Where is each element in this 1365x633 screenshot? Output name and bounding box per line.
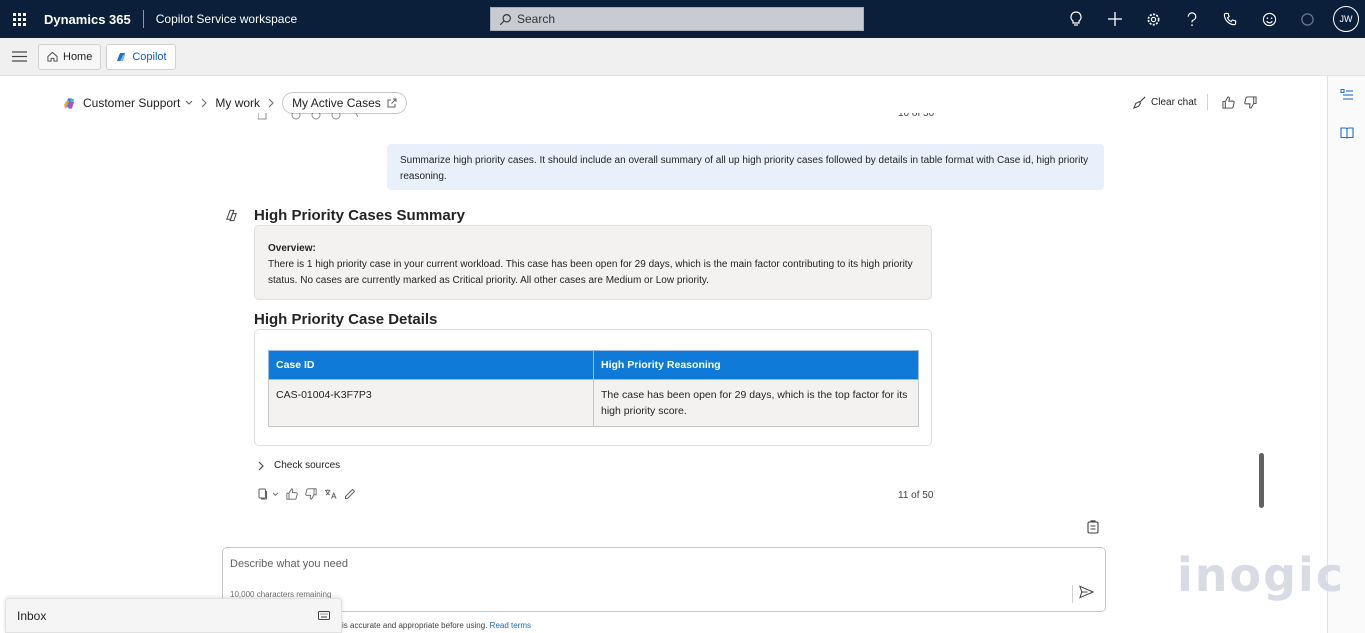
translate-button[interactable]: [324, 488, 337, 500]
translate-icon: [324, 489, 337, 499]
chat-input[interactable]: [230, 558, 1050, 570]
chevron-right-icon: [268, 98, 274, 108]
keyboard-icon[interactable]: [318, 611, 330, 620]
search-box[interactable]: Search: [490, 7, 864, 31]
tab-home-label: Home: [63, 50, 93, 63]
table-header-row: Case ID High Priority Reasoning: [268, 350, 919, 380]
response-page-count: 11 of 50: [898, 490, 934, 501]
details-heading: High Priority Case Details: [254, 311, 438, 328]
breadcrumb-customer-support[interactable]: Customer Support: [62, 96, 193, 111]
breadcrumb-root-label: Customer Support: [83, 96, 181, 110]
previous-message-actions: [258, 113, 358, 123]
chat-actions: Clear chat: [1133, 94, 1262, 110]
plus-icon[interactable]: [1095, 0, 1134, 38]
thumbs-up-icon: [286, 488, 298, 500]
hamburger-menu-icon[interactable]: [0, 38, 38, 76]
thumbs-down-icon[interactable]: [1243, 95, 1257, 109]
check-sources-label: Check sources: [274, 460, 341, 471]
previous-page-count: 10 of 50: [898, 113, 935, 119]
inbox-label: Inbox: [17, 608, 47, 623]
divider: [1072, 585, 1073, 603]
smiley-icon[interactable]: [1250, 0, 1289, 38]
gear-icon[interactable]: [1134, 0, 1173, 38]
check-sources-toggle[interactable]: Check sources: [258, 460, 340, 471]
column-header-case-id: Case ID: [268, 350, 594, 380]
watermark-logo: inogic: [1177, 548, 1346, 602]
pencil-icon: [345, 488, 356, 499]
divider: [1206, 94, 1208, 110]
chat-scrollbar[interactable]: [1259, 453, 1264, 508]
copilot-response-icon: [226, 209, 237, 222]
chevron-right-icon: [258, 461, 264, 470]
app-name[interactable]: Copilot Service workspace: [156, 12, 297, 26]
brand-name[interactable]: Dynamics 365: [44, 12, 131, 27]
tab-copilot[interactable]: Copilot: [106, 43, 176, 70]
clear-chat-button[interactable]: Clear chat: [1133, 96, 1197, 109]
column-header-reasoning: High Priority Reasoning: [593, 350, 919, 380]
avatar[interactable]: JW: [1333, 6, 1359, 32]
chevron-down-icon: [272, 492, 279, 496]
case-id-cell: CAS-01004-K3F7P3: [268, 379, 594, 427]
presence-status-icon[interactable]: [1288, 0, 1327, 38]
case-details-card: Case ID High Priority Reasoning CAS-0100…: [254, 329, 932, 446]
disclaimer: is accurate and appropriate before using…: [342, 621, 531, 630]
overview-text: There is 1 high priority case in your cu…: [268, 259, 913, 286]
knowledge-book-icon[interactable]: [1328, 114, 1365, 152]
thumbs-up-button[interactable]: [286, 488, 298, 500]
divider: [142, 10, 144, 28]
overview-box: Overview: There is 1 high priority case …: [254, 225, 932, 300]
notes-icon[interactable]: [1087, 520, 1099, 534]
case-list-icon[interactable]: [1328, 76, 1365, 114]
chat-composer: 10,000 characters remaining: [222, 547, 1106, 612]
lightbulb-icon[interactable]: [1057, 0, 1096, 38]
case-details-table: Case ID High Priority Reasoning CAS-0100…: [268, 350, 919, 427]
message-actions: [258, 488, 363, 500]
open-external-icon[interactable]: [387, 98, 397, 108]
summary-heading: High Priority Cases Summary: [254, 207, 465, 224]
session-tab-bar: Home Copilot: [0, 38, 1365, 76]
search-placeholder: Search: [517, 12, 556, 26]
breadcrumb-current-label: My Active Cases: [292, 96, 381, 110]
overview-label: Overview:: [268, 243, 316, 254]
breadcrumb-my-active-cases[interactable]: My Active Cases: [282, 92, 407, 114]
copilot-logo-icon: [63, 97, 75, 109]
read-terms-link[interactable]: Read terms: [490, 621, 531, 630]
help-icon[interactable]: [1173, 0, 1212, 38]
breadcrumb: Customer Support My work My Active Cases: [62, 91, 407, 115]
inbox-panel[interactable]: Inbox: [5, 598, 342, 633]
top-bar: Dynamics 365 Copilot Service workspace S…: [0, 0, 1365, 38]
thumbs-down-icon: [305, 488, 317, 500]
reasoning-cell: The case has been open for 29 days, whic…: [593, 379, 919, 427]
edit-button[interactable]: [344, 488, 356, 500]
tab-home[interactable]: Home: [38, 43, 102, 70]
user-message-bubble: Summarize high priority cases. It should…: [387, 144, 1104, 190]
phone-icon[interactable]: [1211, 0, 1250, 38]
tab-copilot-label: Copilot: [132, 50, 167, 63]
broom-icon: [1133, 96, 1146, 109]
send-icon[interactable]: [1079, 585, 1094, 599]
chevron-right-icon: [202, 98, 208, 108]
thumbs-down-button[interactable]: [305, 488, 317, 500]
home-icon: [47, 51, 58, 62]
table-row: CAS-01004-K3F7P3 The case has been open …: [268, 379, 919, 427]
clear-chat-label: Clear chat: [1151, 96, 1197, 108]
breadcrumb-my-work[interactable]: My work: [215, 96, 260, 110]
thumbs-up-icon[interactable]: [1222, 95, 1235, 109]
app-launcher-icon[interactable]: [0, 0, 38, 38]
chevron-down-icon: [186, 100, 193, 105]
copy-button[interactable]: [258, 488, 279, 500]
copy-icon: [258, 488, 267, 500]
search-icon: [499, 13, 511, 25]
copilot-icon: [117, 52, 126, 61]
disclaimer-text: is accurate and appropriate before using…: [342, 621, 488, 630]
